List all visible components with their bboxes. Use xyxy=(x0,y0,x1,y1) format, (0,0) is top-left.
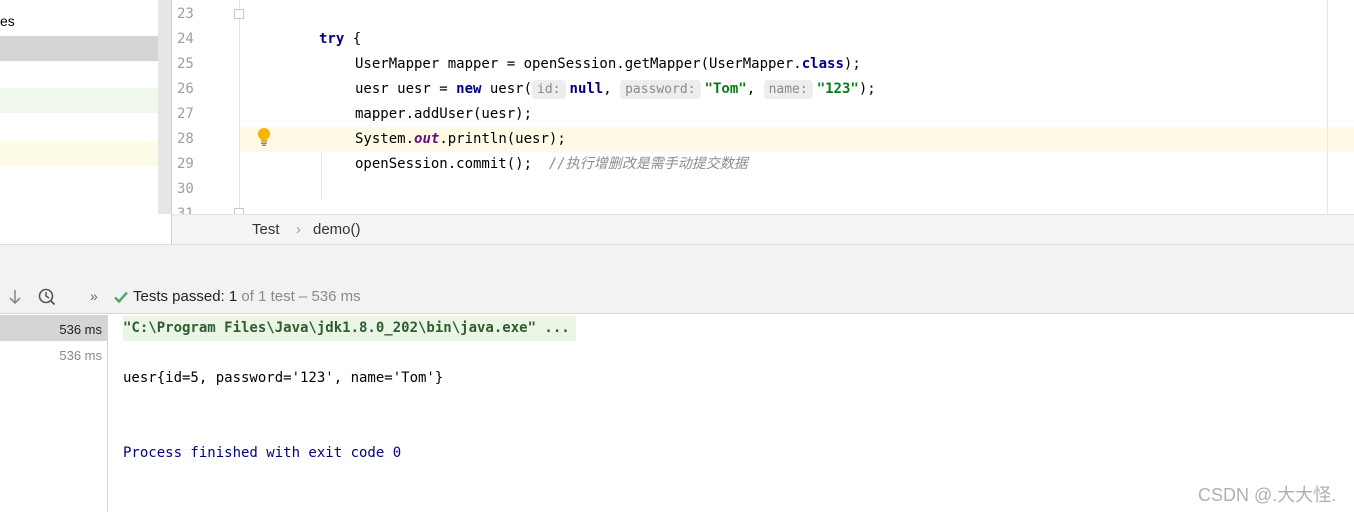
run-panel-header xyxy=(0,245,1354,280)
arrow-down-icon[interactable] xyxy=(8,288,22,306)
tree-item-highlighted[interactable] xyxy=(0,141,171,166)
code-line-24[interactable]: UserMapper mapper = openSession.getMappe… xyxy=(285,27,1354,72)
test-duration[interactable]: 536 ms xyxy=(59,322,102,337)
test-status-text: Tests passed: 1 of 1 test – 536 ms xyxy=(133,288,361,305)
console-command-line[interactable]: "C:\Program Files\Java\jdk1.8.0_202\bin\… xyxy=(123,316,576,341)
line-number: 25 xyxy=(177,56,194,72)
code-line-25[interactable]: uesr uesr = new uesr(id: null, password: "… xyxy=(285,52,1354,99)
project-tree-pane: es xyxy=(0,0,171,244)
right-margin-guide xyxy=(1327,0,1328,214)
tree-scrollbar[interactable] xyxy=(158,0,171,214)
fold-marker-icon[interactable] xyxy=(234,9,244,19)
line-number: 27 xyxy=(177,106,194,122)
check-icon xyxy=(114,291,128,304)
code-text: openSession.commit(); xyxy=(355,156,549,172)
line-number: 26 xyxy=(177,81,194,97)
line-number: 29 xyxy=(177,156,194,172)
line-number: 24 xyxy=(177,31,194,47)
code-editor[interactable]: try { UserMapper mapper = openSession.ge… xyxy=(285,0,1354,214)
tree-item-modified[interactable] xyxy=(0,88,171,113)
code-line-26[interactable]: mapper.addUser(uesr); xyxy=(285,77,1354,122)
tree-item-selected[interactable] xyxy=(0,36,171,61)
line-number: 30 xyxy=(177,181,194,197)
test-status-detail: of 1 test – 536 ms xyxy=(237,288,361,305)
code-line-27[interactable]: System.out.println(uesr); xyxy=(285,102,1354,147)
breadcrumb-item-method[interactable]: demo() xyxy=(313,221,361,238)
test-results-tree xyxy=(0,315,108,512)
line-number: 23 xyxy=(177,6,194,22)
indent-guide xyxy=(321,150,322,200)
fold-guide xyxy=(239,0,240,214)
line-number: 28 xyxy=(177,131,194,147)
code-line-23[interactable]: try { xyxy=(285,2,1354,47)
watermark: CSDN @.大大怪. xyxy=(1198,485,1337,505)
project-tree-label[interactable]: es xyxy=(0,13,15,29)
breadcrumb-separator: › xyxy=(296,221,301,238)
test-duration[interactable]: 536 ms xyxy=(59,348,102,363)
code-line-31[interactable]: } finally { xyxy=(285,202,1354,214)
test-status-label: Tests passed: xyxy=(133,288,229,305)
history-clock-icon[interactable] xyxy=(38,288,56,306)
expand-more-icon[interactable]: » xyxy=(90,288,98,304)
test-status-count: 1 xyxy=(228,288,238,305)
code-line-28[interactable]: openSession.commit(); //执行增删改是需手动提交数据 xyxy=(285,127,1354,172)
breadcrumb: Test › demo() xyxy=(172,214,1354,244)
breadcrumb-item-class[interactable]: Test xyxy=(252,221,280,238)
lightbulb-icon[interactable] xyxy=(256,127,272,147)
console-exit-line: Process finished with exit code 0 xyxy=(123,445,402,461)
code-comment: //执行增删改是需手动提交数据 xyxy=(548,156,748,172)
console-output-line: uesr{id=5, password='123', name='Tom'} xyxy=(123,370,444,386)
